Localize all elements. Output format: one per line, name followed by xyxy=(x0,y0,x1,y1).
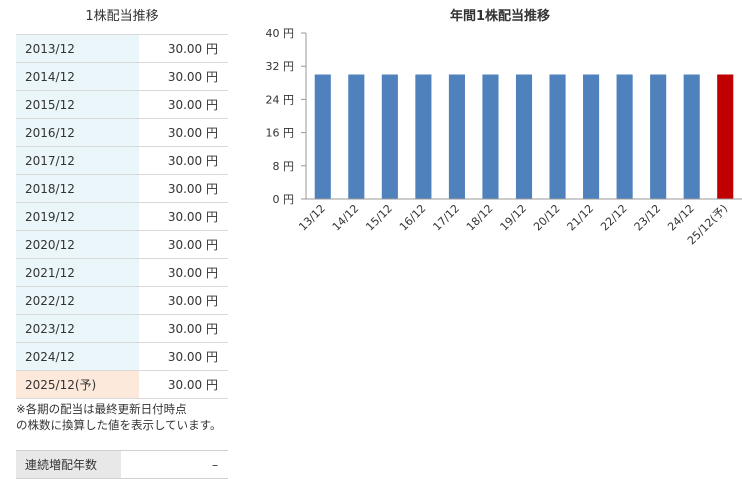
dividend-bar xyxy=(616,74,633,199)
table-row: 2019/12 30.00 円 xyxy=(16,202,228,231)
period-cell: 2021/12 xyxy=(16,258,139,287)
table-row: 2023/12 30.00 円 xyxy=(16,314,228,343)
dividend-value-cell: 30.00 円 xyxy=(139,286,228,315)
dividend-value-cell: 30.00 円 xyxy=(139,90,228,119)
table-row: 2013/12 30.00 円 xyxy=(16,34,228,63)
x-tick-label: 24/12 xyxy=(665,202,697,234)
forecast-bar xyxy=(717,74,734,199)
x-tick-label: 20/12 xyxy=(531,202,563,234)
dividend-bar xyxy=(482,74,499,199)
y-axis: 0 円 8 円 16 円 24 円 32 円 40 円 xyxy=(266,27,307,206)
table-title: 1株配当推移 xyxy=(85,9,159,24)
dividend-value-cell: 30.00 円 xyxy=(139,34,228,63)
y-tick-label: 32 円 xyxy=(266,60,295,73)
dividend-bar xyxy=(583,74,600,199)
table-row: 2015/12 30.00 円 xyxy=(16,90,228,119)
chart-title: 年間1株配当推移 xyxy=(450,8,550,24)
x-tick-label: 13/12 xyxy=(296,202,328,234)
table-row: 2016/12 30.00 円 xyxy=(16,118,228,147)
x-tick-label: 23/12 xyxy=(632,202,664,234)
streak-label: 連続増配年数 xyxy=(16,450,121,479)
x-tick-label: 16/12 xyxy=(397,202,429,234)
table-row: 2020/12 30.00 円 xyxy=(16,230,228,259)
dividend-bar xyxy=(448,74,465,199)
table-row: 2017/12 30.00 円 xyxy=(16,146,228,175)
table-row: 2025/12(予) 30.00 円 xyxy=(16,370,228,399)
dividend-bar xyxy=(683,74,700,199)
dividend-value-cell: 30.00 円 xyxy=(139,146,228,175)
note-text: ※各期の配当は最終更新日付時点 の株数に換算した値を表示しています。 xyxy=(16,401,228,433)
dividend-bar xyxy=(314,74,331,199)
table-row: 2022/12 30.00 円 xyxy=(16,286,228,315)
y-tick-label: 40 円 xyxy=(266,27,295,40)
x-tick-label: 17/12 xyxy=(430,202,462,234)
x-tick-label: 15/12 xyxy=(363,202,395,234)
x-tick-label: 18/12 xyxy=(464,202,496,234)
x-tick-label: 19/12 xyxy=(498,202,530,234)
bars xyxy=(314,74,734,199)
period-cell: 2018/12 xyxy=(16,174,139,203)
x-tick-label: 21/12 xyxy=(565,202,597,234)
dividend-value-cell: 30.00 円 xyxy=(139,314,228,343)
table-row: 2021/12 30.00 円 xyxy=(16,258,228,287)
streak-table: 連続増配年数 – xyxy=(16,450,228,479)
y-tick-label: 24 円 xyxy=(266,93,295,106)
dividend-value-cell: 30.00 円 xyxy=(139,258,228,287)
period-cell: 2019/12 xyxy=(16,202,139,231)
period-cell: 2017/12 xyxy=(16,146,139,175)
y-tick-label: 8 円 xyxy=(273,160,295,173)
dividend-bar xyxy=(381,74,398,199)
dividend-table: 2013/12 30.00 円 2014/12 30.00 円 2015/12 30.00… xyxy=(16,34,228,399)
table-row: 2018/12 30.00 円 xyxy=(16,174,228,203)
x-tick-label: 22/12 xyxy=(598,202,630,234)
y-tick-label: 0 円 xyxy=(273,193,295,206)
dividend-value-cell: 30.00 円 xyxy=(139,230,228,259)
dividend-table-panel: 1株配当推移 2013/12 30.00 円 2014/12 30.00 円 2015/… xyxy=(16,0,228,479)
note-line-1: ※各期の配当は最終更新日付時点 xyxy=(16,402,187,416)
table-row: 2014/12 30.00 円 xyxy=(16,62,228,91)
y-tick-label: 16 円 xyxy=(266,127,295,140)
period-cell: 2014/12 xyxy=(16,62,139,91)
period-cell: 2022/12 xyxy=(16,286,139,315)
dividend-bar xyxy=(549,74,566,199)
dividend-bar xyxy=(515,74,533,199)
dividend-value-cell: 30.00 円 xyxy=(139,202,228,231)
streak-value: – xyxy=(121,450,228,479)
note-line-2: の株数に換算した値を表示しています。 xyxy=(16,418,222,432)
dividend-value-cell: 30.00 円 xyxy=(139,118,228,147)
period-cell: 2016/12 xyxy=(16,118,139,147)
dividend-bar xyxy=(650,74,667,199)
period-cell: 2015/12 xyxy=(16,90,139,119)
period-cell: 2024/12 xyxy=(16,342,139,371)
dividend-value-cell: 30.00 円 xyxy=(139,174,228,203)
period-cell: 2020/12 xyxy=(16,230,139,259)
dividend-bar xyxy=(415,74,432,199)
period-cell: 2013/12 xyxy=(16,34,139,63)
period-cell: 2023/12 xyxy=(16,314,139,343)
dividend-value-cell: 30.00 円 xyxy=(139,62,228,91)
dividend-chart: 年間1株配当推移 0 円 8 円 16 円 24 円 32 円 40 円 13/12 14/… xyxy=(266,8,742,247)
x-tick-label: 14/12 xyxy=(330,202,362,234)
period-cell: 2025/12(予) xyxy=(16,370,139,399)
table-row: 2024/12 30.00 円 xyxy=(16,342,228,371)
dividend-value-cell: 30.00 円 xyxy=(139,342,228,371)
dividend-value-cell: 30.00 円 xyxy=(139,370,228,399)
x-axis: 13/12 14/12 15/12 16/12 17/12 18/12 19/12 20/12… xyxy=(296,198,742,247)
dividend-bar xyxy=(348,74,365,199)
